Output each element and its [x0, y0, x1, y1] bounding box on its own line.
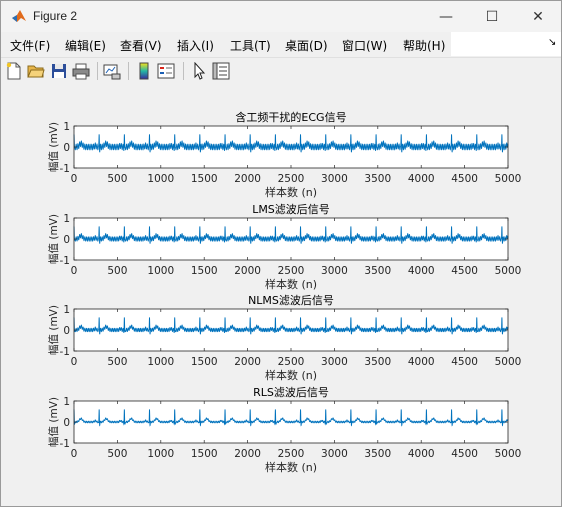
y-tick-label: 0 — [63, 234, 70, 246]
x-tick-label: 4000 — [408, 173, 435, 185]
x-axis-label: 样本数 (n) — [265, 185, 317, 199]
x-tick-label: 3000 — [321, 173, 348, 185]
x-tick-label: 1500 — [191, 265, 218, 277]
y-tick-label: 1 — [63, 396, 70, 408]
subplot-4: 0 500 1000 1500 2000 2500 3000 3500 4000 4500 5000… — [47, 386, 521, 474]
x-tick-label: 1500 — [191, 173, 218, 185]
y-tick-label: 0 — [63, 325, 70, 337]
x-tick-label: 500 — [107, 356, 127, 368]
x-tick-label: 1000 — [147, 265, 174, 277]
x-tick-label: 500 — [107, 265, 127, 277]
x-tick-label: 3500 — [364, 448, 391, 460]
x-axis-label: 样本数 (n) — [265, 277, 317, 291]
subplot-title: 含工频干扰的ECG信号 — [235, 110, 346, 124]
x-tick-label: 4000 — [408, 448, 435, 460]
x-tick-label: 2500 — [278, 448, 305, 460]
x-tick-label: 3000 — [321, 356, 348, 368]
x-tick-label: 3500 — [364, 173, 391, 185]
x-tick-label: 2500 — [278, 173, 305, 185]
y-tick-label: -1 — [60, 438, 70, 450]
y-tick-label: 1 — [63, 213, 70, 225]
x-tick-label: 3500 — [364, 265, 391, 277]
x-tick-label: 3000 — [321, 265, 348, 277]
x-tick-label: 5000 — [495, 265, 522, 277]
y-tick-label: 0 — [63, 417, 70, 429]
y-axis-label: 幅值 (mV) — [47, 214, 60, 264]
x-tick-label: 5000 — [495, 448, 522, 460]
x-tick-label: 3500 — [364, 356, 391, 368]
y-tick-label: -1 — [60, 346, 70, 358]
x-tick-label: 0 — [71, 448, 78, 460]
x-tick-label: 0 — [71, 356, 78, 368]
x-tick-label: 5000 — [495, 356, 522, 368]
x-tick-label: 2500 — [278, 265, 305, 277]
y-axis-label: 幅值 (mV) — [47, 305, 60, 355]
x-tick-label: 1000 — [147, 448, 174, 460]
x-tick-label: 5000 — [495, 173, 522, 185]
x-tick-label: 1500 — [191, 356, 218, 368]
x-tick-label: 4000 — [408, 265, 435, 277]
y-tick-label: 1 — [63, 121, 70, 133]
x-tick-label: 1500 — [191, 448, 218, 460]
x-tick-label: 4000 — [408, 356, 435, 368]
subplots-figure: 0 500 1000 1500 2000 2500 3000 3500 4000 4500 5000… — [47, 110, 521, 474]
subplot-title: NLMS滤波后信号 — [248, 294, 334, 307]
y-tick-label: -1 — [60, 163, 70, 175]
x-tick-label: 500 — [107, 173, 127, 185]
x-tick-label: 4500 — [451, 173, 478, 185]
subplot-1: 0 500 1000 1500 2000 2500 3000 3500 4000 4500 5000… — [47, 110, 521, 199]
x-tick-label: 0 — [71, 173, 78, 185]
x-tick-label: 1000 — [147, 356, 174, 368]
x-tick-label: 2000 — [234, 448, 261, 460]
subplot-2: 0 500 1000 1500 2000 2500 3000 3500 4000 4500 5000… — [47, 203, 521, 291]
x-tick-label: 4500 — [451, 448, 478, 460]
subplot-title: RLS滤波后信号 — [253, 386, 329, 399]
y-tick-label: 0 — [63, 142, 70, 154]
y-tick-label: 1 — [63, 304, 70, 316]
subplot-3: 0 500 1000 1500 2000 2500 3000 3500 4000 4500 5000… — [47, 294, 521, 382]
y-axis-label: 幅值 (mV) — [47, 122, 60, 172]
x-axis-label: 样本数 (n) — [265, 368, 317, 382]
x-tick-label: 2500 — [278, 356, 305, 368]
x-tick-label: 0 — [71, 265, 78, 277]
y-axis-label: 幅值 (mV) — [47, 397, 60, 447]
y-tick-label: -1 — [60, 255, 70, 267]
x-tick-label: 2000 — [234, 265, 261, 277]
x-tick-label: 2000 — [234, 356, 261, 368]
x-tick-label: 4500 — [451, 265, 478, 277]
x-axis-label: 样本数 (n) — [265, 460, 317, 474]
x-tick-label: 2000 — [234, 173, 261, 185]
subplot-title: LMS滤波后信号 — [252, 203, 330, 216]
x-tick-label: 4500 — [451, 356, 478, 368]
x-tick-label: 1000 — [147, 173, 174, 185]
x-tick-label: 3000 — [321, 448, 348, 460]
x-tick-label: 500 — [107, 448, 127, 460]
